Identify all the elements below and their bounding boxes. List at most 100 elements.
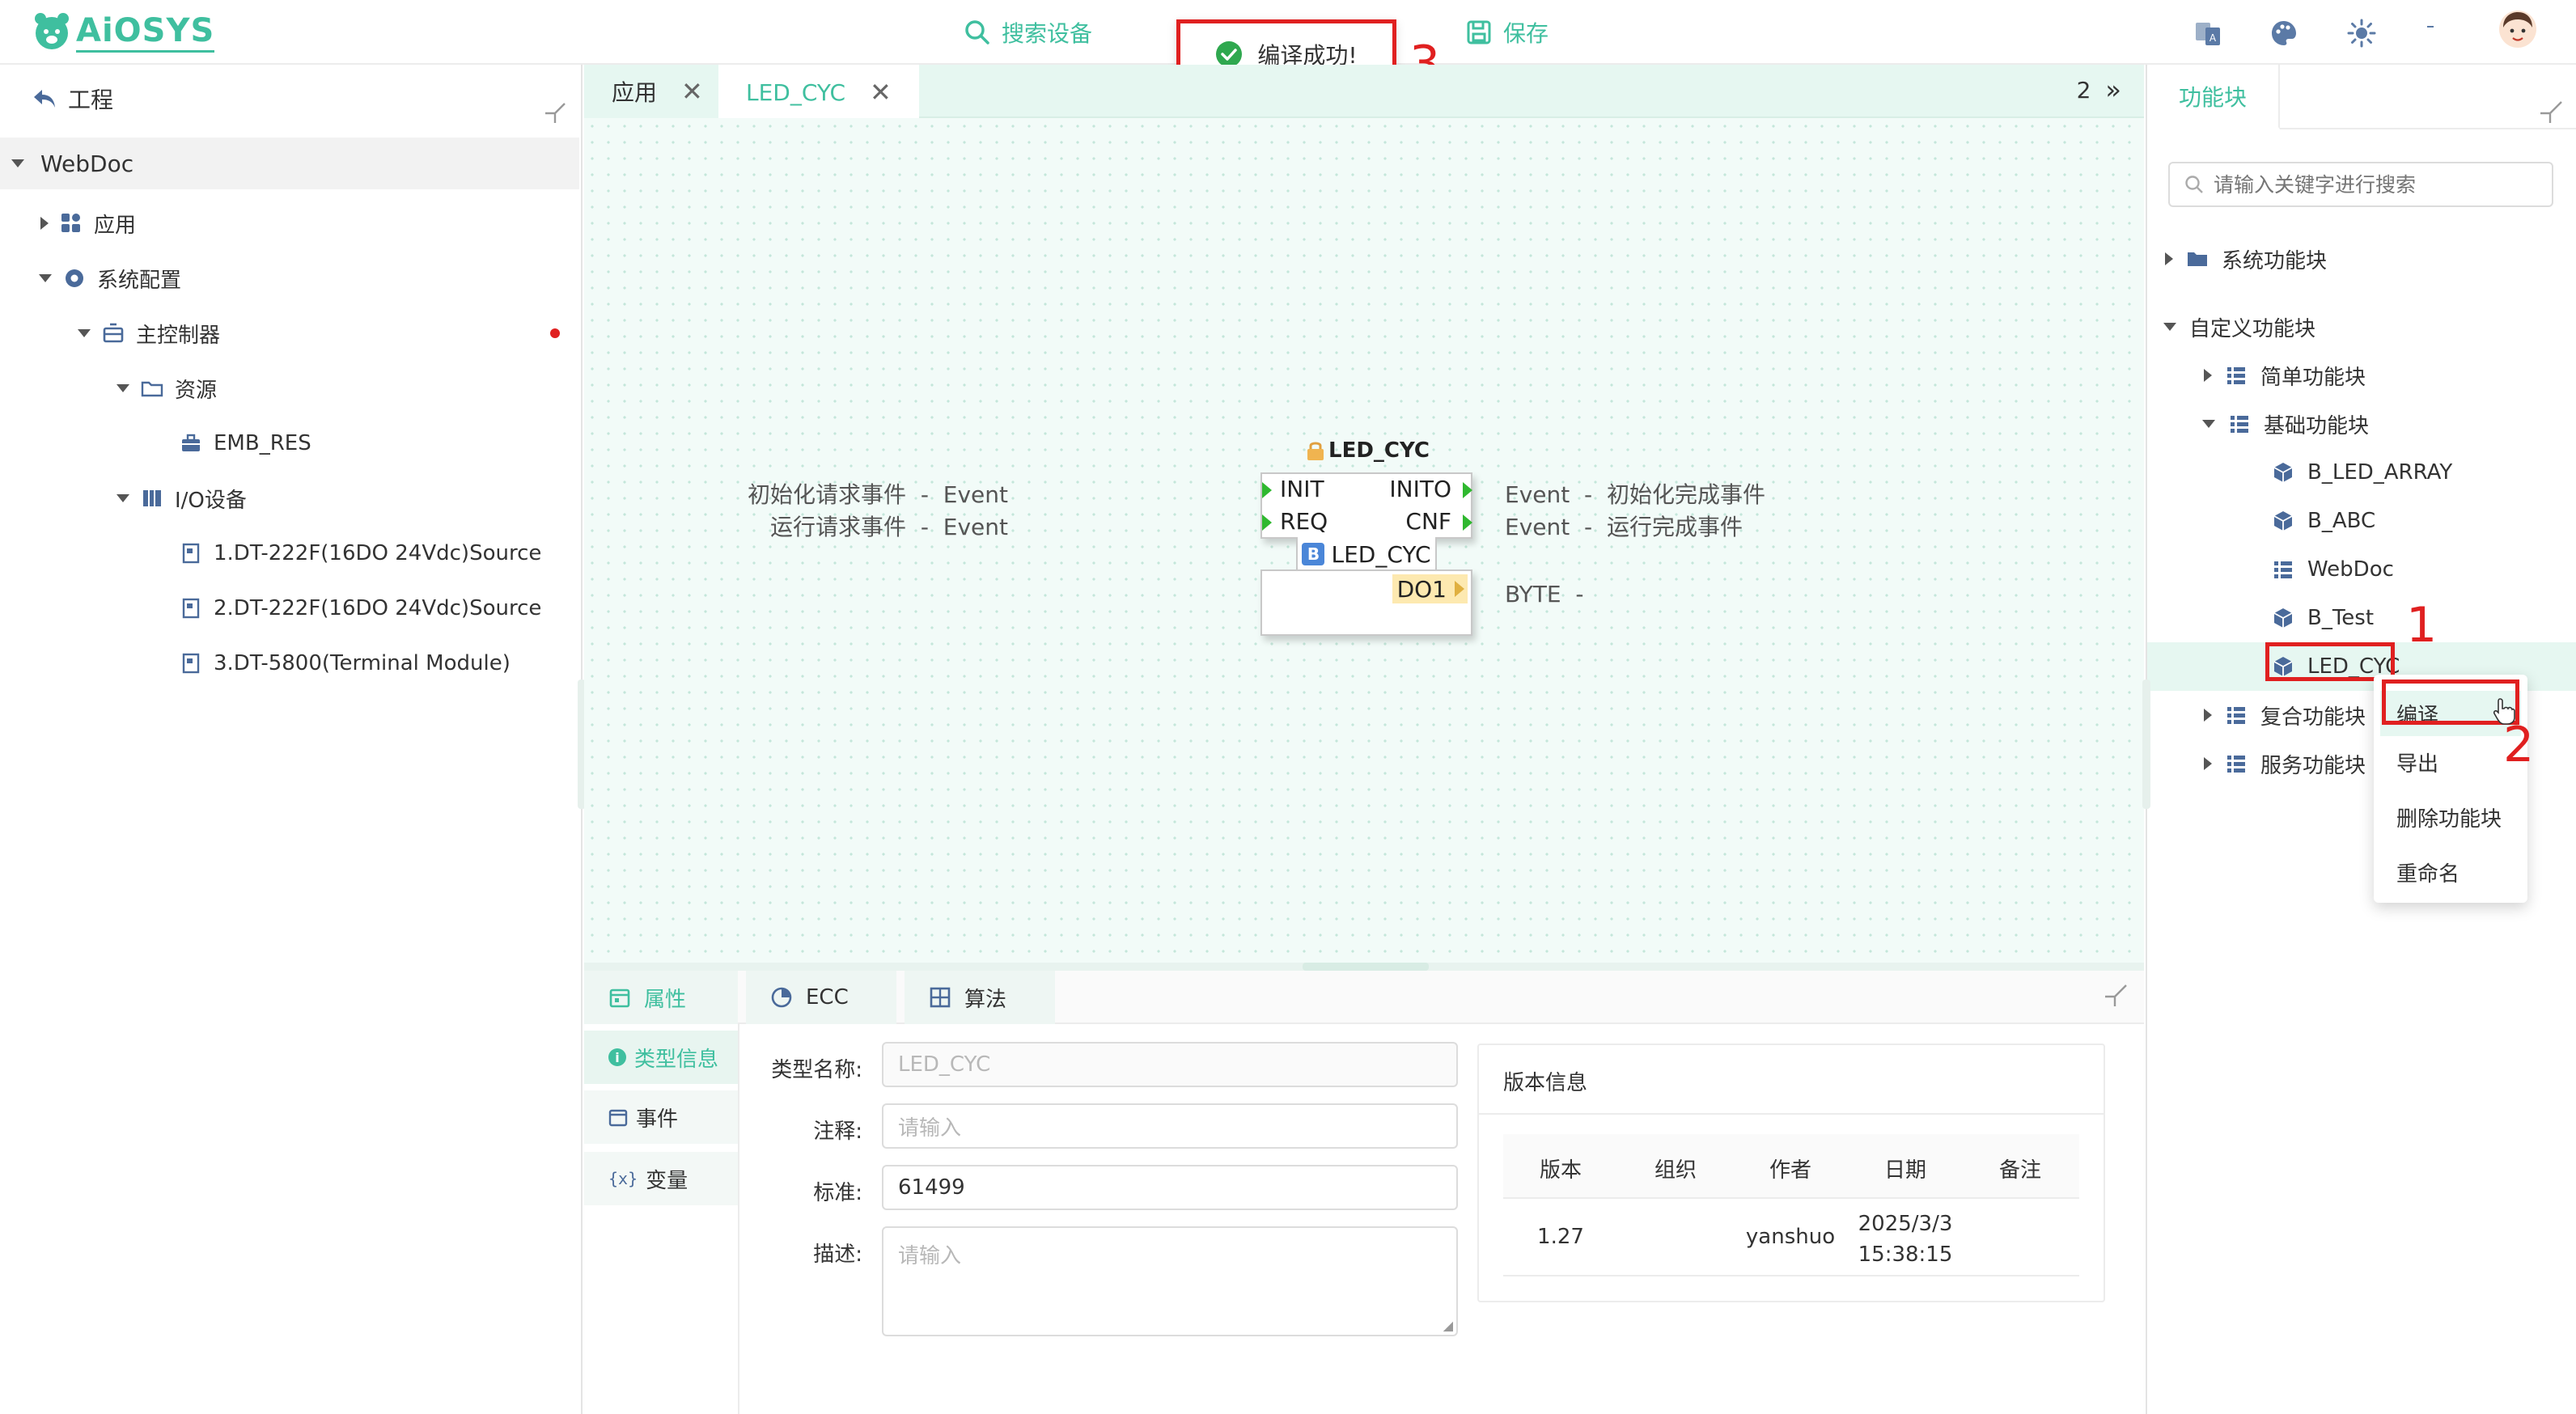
double-chevron-right-icon[interactable]: »: [2105, 74, 2121, 105]
tree-item-app[interactable]: 应用: [40, 197, 136, 249]
editor-splitter[interactable]: [584, 963, 2144, 971]
tree-item-resources[interactable]: 资源: [117, 362, 217, 414]
tree-label: EMB_RES: [214, 431, 311, 455]
tree-item-io-devices[interactable]: I/O设备: [117, 472, 247, 524]
close-icon[interactable]: ✕: [681, 76, 703, 107]
annotation-1: 1: [2406, 597, 2438, 654]
expand-caret-icon[interactable]: [2163, 323, 2176, 331]
pin-req[interactable]: REQ: [1280, 508, 1328, 535]
pin-do1[interactable]: DO1: [1392, 574, 1468, 603]
expand-caret-icon[interactable]: [39, 274, 52, 282]
tree-item-device-2[interactable]: 2.DT-222F(16DO 24Vdc)Source: [180, 582, 541, 634]
fb-search-input[interactable]: [2168, 162, 2553, 207]
collapse-caret-icon[interactable]: [2204, 369, 2212, 382]
tree-root-webdoc[interactable]: WebDoc: [0, 138, 579, 189]
avatar[interactable]: [2497, 8, 2539, 50]
close-icon[interactable]: ✕: [870, 77, 892, 108]
collapse-panel-icon[interactable]: [2539, 100, 2563, 125]
date-cell: 2025/3/3 15:38:15: [1858, 1212, 1953, 1267]
side-tab-variables[interactable]: {x} 变量: [584, 1152, 738, 1205]
expand-caret-icon[interactable]: [117, 384, 129, 392]
search-icon: [2185, 176, 2203, 193]
tree-label: 主控制器: [136, 323, 221, 348]
fb-event-section[interactable]: INIT REQ INITO CNF: [1260, 472, 1472, 539]
author-cell: yanshuo: [1745, 1225, 1836, 1249]
event-input-arrow-icon[interactable]: [1262, 482, 1272, 498]
fb-search-field[interactable]: [2214, 172, 2537, 197]
tree-item-basic-fb[interactable]: 基础功能块: [2202, 400, 2369, 448]
collapse-panel-icon[interactable]: [544, 102, 566, 125]
comment-input[interactable]: 请输入: [882, 1103, 1458, 1149]
expand-caret-icon[interactable]: [11, 159, 24, 167]
tree-item-b-led-array[interactable]: B_LED_ARRAY: [2272, 448, 2452, 497]
tab-algorithm[interactable]: 算法: [905, 971, 1055, 1024]
palette-icon[interactable]: [2267, 16, 2301, 50]
output-comment-inito: Event - 初始化完成事件: [1505, 481, 1765, 508]
tab-overflow[interactable]: 2 »: [2077, 74, 2121, 105]
tree-item-composite-fb[interactable]: 复合功能块: [2204, 691, 2366, 739]
tab-function-blocks[interactable]: 功能块: [2147, 65, 2280, 129]
event-output-arrow-icon[interactable]: [1463, 482, 1472, 498]
tree-label: B_LED_ARRAY: [2307, 460, 2453, 485]
list-icon: [2227, 707, 2245, 724]
project-back-button[interactable]: 工程: [32, 83, 113, 115]
side-tab-events[interactable]: 事件: [584, 1090, 738, 1144]
tree-item-custom-fb[interactable]: 自定义功能块: [2163, 303, 2315, 351]
event-input-arrow-icon[interactable]: [1262, 514, 1272, 531]
tree-item-webdoc[interactable]: WebDoc: [2272, 545, 2394, 594]
annotation-2: 2: [2503, 717, 2535, 773]
algorithm-icon: [930, 987, 951, 1008]
tree-item-device-1[interactable]: 1.DT-222F(16DO 24Vdc)Source: [180, 527, 541, 579]
expand-caret-icon[interactable]: [78, 329, 91, 337]
save-button[interactable]: 保存: [1466, 11, 1549, 53]
panel-resize-handle[interactable]: [2142, 679, 2150, 809]
search-device-button[interactable]: 搜索设备: [964, 11, 1092, 53]
type-name-field: LED_CYC: [882, 1042, 1458, 1087]
side-tab-type-info[interactable]: i 类型信息: [584, 1031, 738, 1084]
pin-inito[interactable]: INITO: [1389, 476, 1451, 502]
pin-init[interactable]: INIT: [1280, 476, 1324, 502]
description-textarea[interactable]: 请输入 ◢: [882, 1226, 1458, 1336]
menu-item-export[interactable]: 导出: [2396, 747, 2438, 777]
tab-properties[interactable]: 属性: [584, 971, 738, 1024]
tab-label: 变量: [646, 1168, 688, 1193]
fb-editor-canvas[interactable]: 初始化请求事件 - Event 运行请求事件 - Event Event - 初…: [584, 118, 2144, 963]
theme-sun-icon[interactable]: [2345, 16, 2379, 50]
expand-caret-icon[interactable]: [117, 494, 129, 502]
tree-item-emb-res[interactable]: EMB_RES: [180, 417, 311, 469]
standard-input[interactable]: 61499: [882, 1165, 1458, 1210]
tab-led-cyc[interactable]: LED_CYC ✕: [718, 65, 919, 120]
tree-label: B_ABC: [2307, 509, 2376, 533]
fb-data-section[interactable]: DO1: [1260, 569, 1472, 636]
collapse-caret-icon[interactable]: [2204, 757, 2212, 770]
calendar-icon: [609, 989, 630, 1008]
resize-grip-icon[interactable]: ◢: [1443, 1318, 1453, 1333]
tab-label: ECC: [806, 985, 849, 1010]
tab-ecc[interactable]: ECC: [746, 971, 896, 1024]
tree-item-system-fb[interactable]: 系统功能块: [2165, 235, 2327, 283]
menu-item-delete[interactable]: 删除功能块: [2396, 802, 2502, 832]
tree-item-service-fb[interactable]: 服务功能块: [2204, 739, 2366, 788]
list-icon: [2227, 367, 2245, 384]
collapse-caret-icon[interactable]: [2165, 252, 2173, 265]
tree-item-sysconfig[interactable]: 系统配置: [39, 252, 181, 304]
collapse-panel-icon[interactable]: [2104, 984, 2128, 1008]
menu-item-rename[interactable]: 重命名: [2396, 857, 2459, 887]
logo-text: AiOSYS: [76, 11, 215, 53]
tab-app[interactable]: 应用 ✕: [584, 65, 732, 118]
tree-item-simple-fb[interactable]: 简单功能块: [2204, 351, 2366, 400]
collapse-caret-icon[interactable]: [40, 217, 49, 230]
expand-caret-icon[interactable]: [2202, 420, 2215, 428]
pin-cnf[interactable]: CNF: [1405, 508, 1451, 535]
tab-label: 算法: [964, 987, 1007, 1012]
controller-icon: [103, 323, 124, 343]
translate-icon[interactable]: A: [2191, 16, 2225, 50]
tree-item-device-3[interactable]: 3.DT-5800(Terminal Module): [180, 637, 511, 689]
table-row[interactable]: 1.27 yanshuo 2025/3/3 15:38:15: [1503, 1199, 2079, 1276]
tree-item-controller[interactable]: 主控制器: [78, 307, 560, 359]
tree-item-b-abc[interactable]: B_ABC: [2272, 497, 2375, 545]
event-output-arrow-icon[interactable]: [1463, 514, 1472, 531]
tree-item-b-test[interactable]: B_Test: [2272, 594, 2374, 642]
collapse-caret-icon[interactable]: [2204, 709, 2212, 722]
bear-logo-icon: [35, 13, 69, 49]
